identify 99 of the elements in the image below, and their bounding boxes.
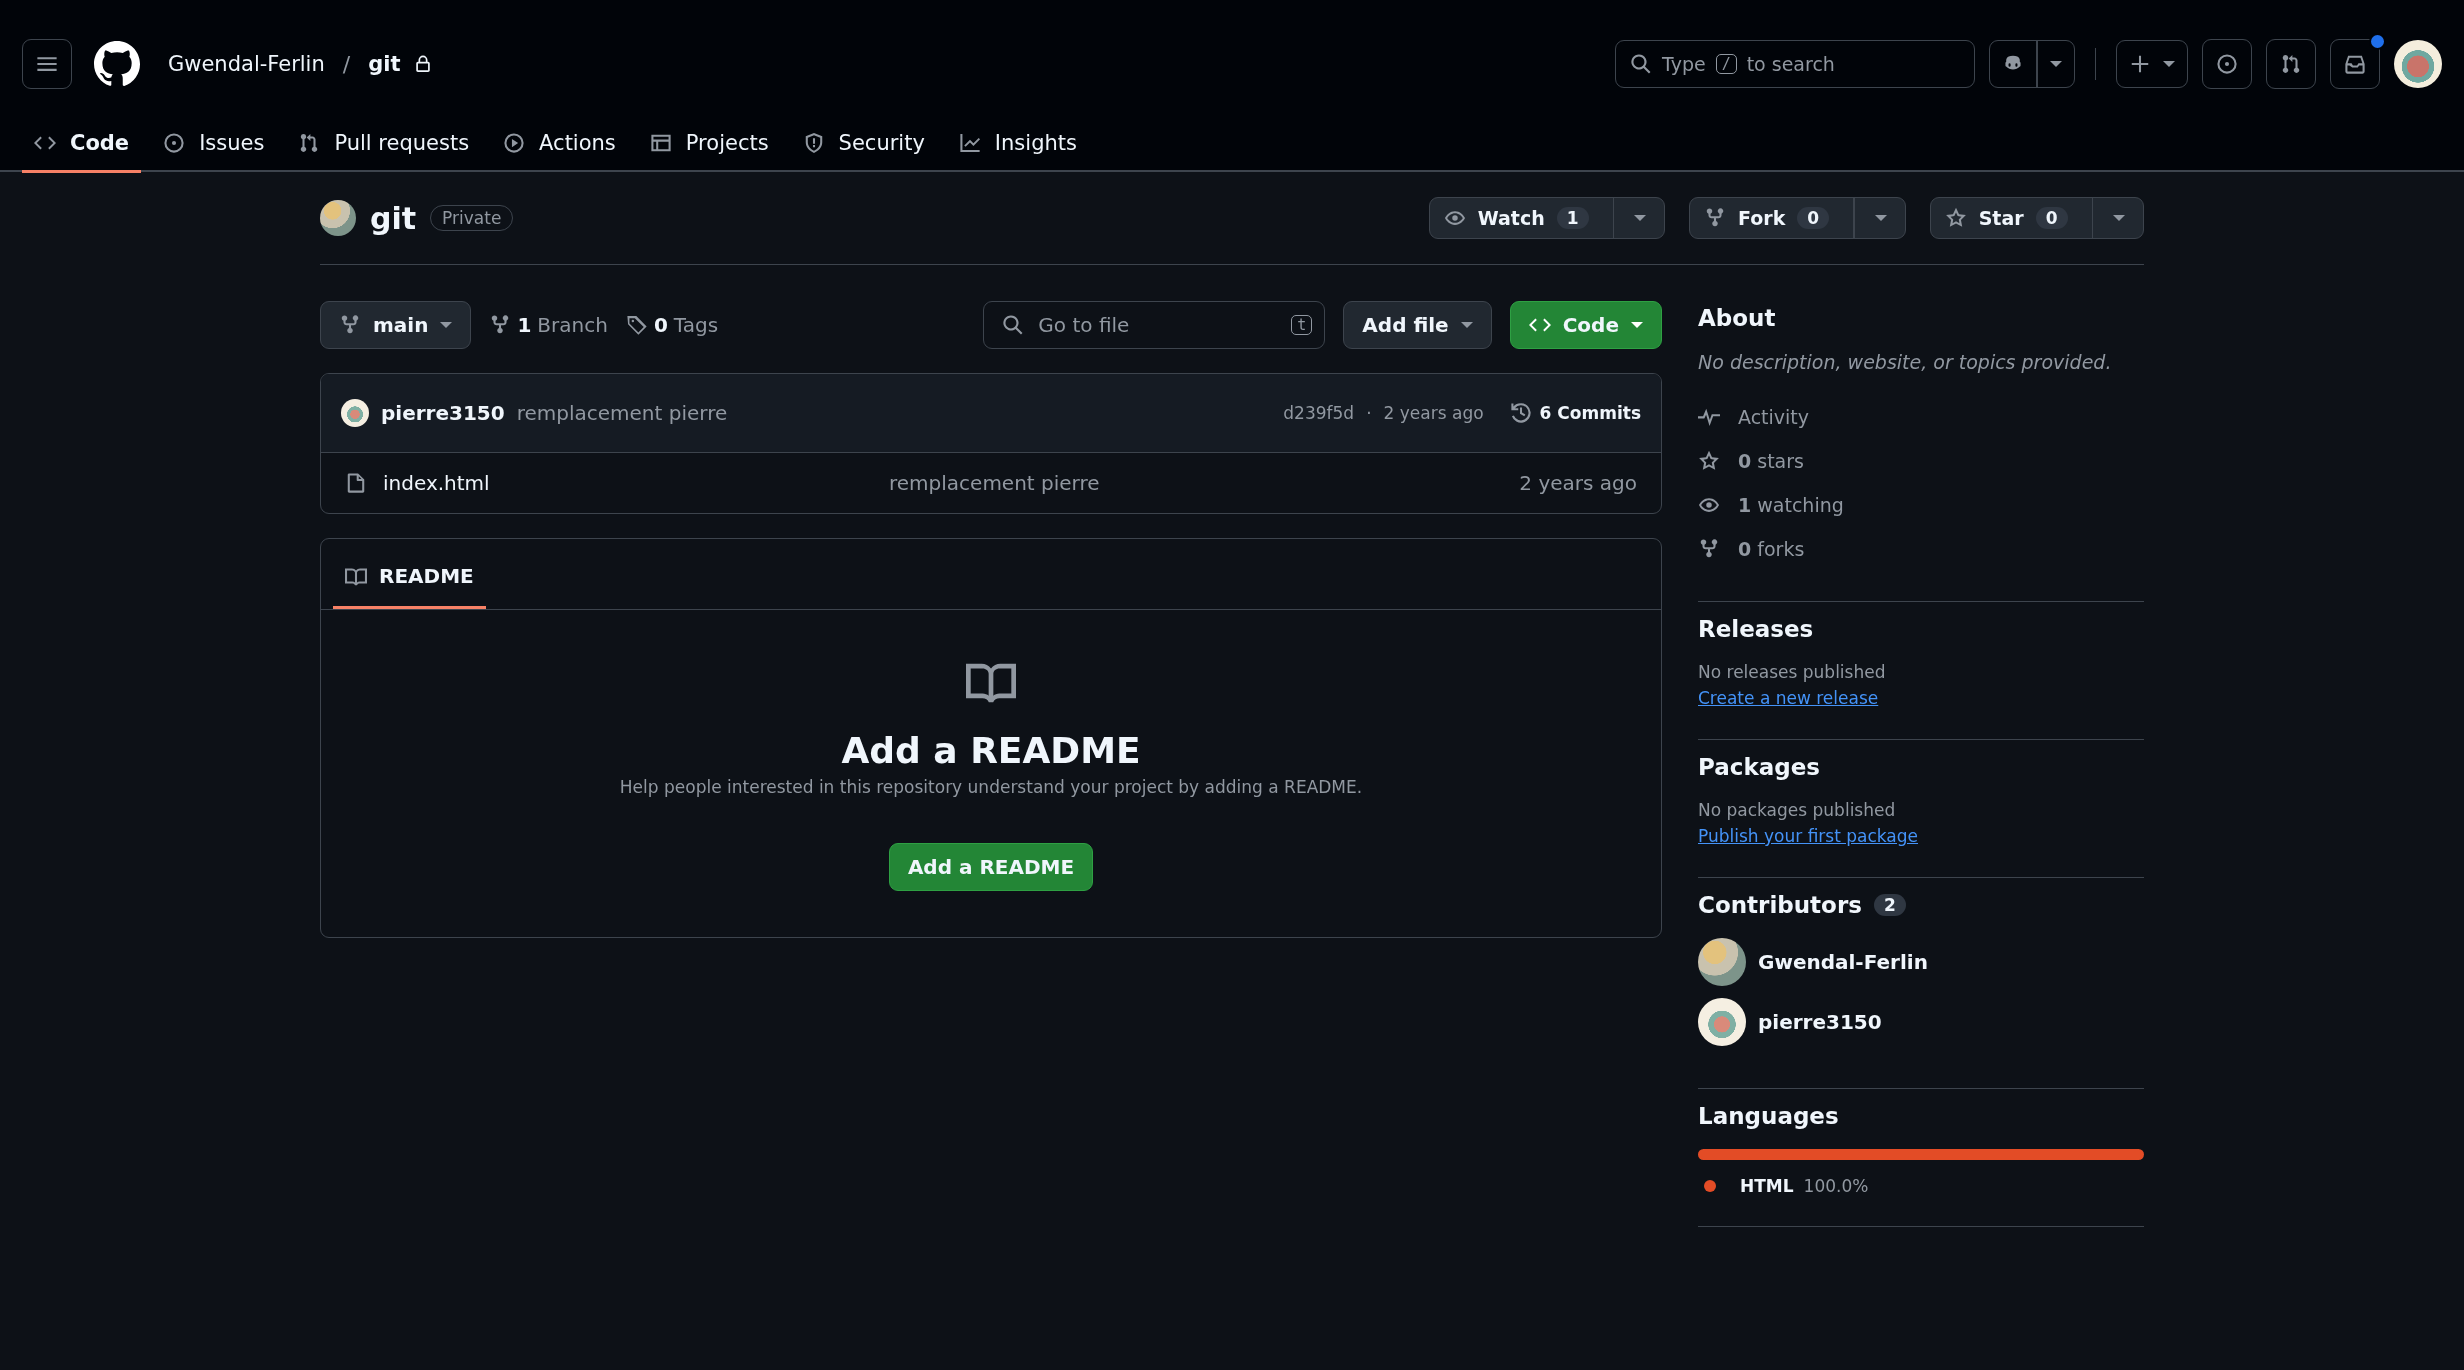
create-new-button[interactable] [2116,40,2188,88]
repo-action-button[interactable]: Fork 0 [1689,197,1906,239]
caret-icon [1634,215,1647,221]
readme-heading: Add a README [841,730,1141,771]
repo-tab[interactable]: Insights [946,128,1089,173]
file-age: 2 years ago [1519,471,1637,495]
repo-tab[interactable]: Issues [151,128,277,173]
octocat-logo-icon[interactable] [94,41,140,87]
repo-tab[interactable]: Security [790,128,937,173]
language-name[interactable]: HTML [1740,1176,1794,1196]
search-icon [1630,53,1652,75]
caret-icon [1631,322,1643,328]
repo-description: No description, website, or topics provided. [1698,351,2113,373]
repo-tab[interactable]: Pull requests [286,128,482,173]
stat-link[interactable]: 0 forks [1698,527,2144,571]
plus-icon [2129,53,2151,75]
repo-action-button[interactable]: Star 0 [1929,197,2144,239]
repo-tab[interactable]: Projects [637,128,781,173]
owner-link[interactable]: Gwendal-Ferlin [168,52,325,76]
commit-message[interactable]: remplacement pierre [516,401,728,425]
action-count: 0 [2035,207,2068,229]
repo-action-button[interactable]: Watch 1 [1428,197,1666,239]
go-to-file-placeholder: Go to file [1038,313,1131,337]
packages-note: No packages published [1698,800,1897,820]
languages-heading: Languages [1698,1103,1840,1129]
commit-author[interactable]: pierre3150 [381,401,505,425]
menu-button[interactable] [22,39,72,89]
pull-requests-button[interactable] [2266,39,2316,89]
inbox-icon [2344,53,2366,75]
about-heading: About [1698,305,1777,331]
action-label: Watch [1477,207,1545,229]
contributor-name[interactable]: Gwendal-Ferlin [1758,950,1928,974]
contributor-avatar[interactable] [1698,938,1746,986]
branch-icon [339,314,361,336]
lock-icon [414,55,433,73]
search-icon [1002,314,1025,336]
add-readme-button[interactable]: Add a README [888,843,1094,891]
file-icon [345,472,367,494]
create-release-link[interactable]: Create a new release [1698,688,1879,708]
user-avatar[interactable] [2394,40,2442,88]
packages-heading: Packages [1698,754,1821,780]
commits-link[interactable]: 6 Commits [1509,402,1641,424]
table-icon [649,132,672,154]
contributors-count: 2 [1873,894,1906,916]
caret-icon [440,322,453,328]
branches-link[interactable]: 1 Branch [489,313,608,337]
star-icon [1698,450,1720,472]
commit-age: 2 years ago [1383,403,1484,423]
repo-tab[interactable]: Actions [491,128,628,173]
graph-icon [958,132,981,154]
shortcut-key: t [1291,315,1313,335]
breadcrumb-separator: / [342,51,351,77]
stat-link[interactable]: 1 watching [1698,483,2144,527]
contributors-heading: Contributors [1698,892,1862,918]
contributor-avatar[interactable] [1698,998,1746,1046]
branch-select[interactable]: main [320,301,472,349]
book-icon [345,565,367,587]
action-count: 1 [1556,207,1589,229]
history-icon [1509,402,1532,424]
go-to-file-field[interactable]: Go to file t [983,301,1326,349]
readme-tab[interactable]: README [333,564,486,609]
author-avatar [341,399,369,427]
pull-request-icon [2280,53,2302,75]
repo-name: git [370,200,417,236]
publish-package-link[interactable]: Publish your first package [1698,826,1919,846]
contributor-name[interactable]: pierre3150 [1758,1010,1882,1034]
issues-button[interactable] [2202,39,2252,89]
search-placeholder: to search [1746,53,1835,75]
tags-link[interactable]: 0 Tags [625,313,719,337]
releases-note: No releases published [1698,662,1887,682]
caret-icon [2163,61,2175,67]
file-commit-message[interactable]: remplacement pierre [889,471,1100,495]
owner-avatar [320,200,356,236]
fork-icon [1698,538,1720,560]
repo-link[interactable]: git [368,52,401,76]
stat-link[interactable]: Activity [1698,395,2144,439]
code-button[interactable]: Code [1509,301,1662,349]
copilot-button[interactable] [1989,40,2075,88]
separator-dot: · [1366,403,1372,423]
action-label: Star [1978,207,2024,229]
caret-icon [2113,215,2125,221]
action-label: Fork [1738,207,1786,229]
stat-link[interactable]: 0 stars [1698,439,2144,483]
releases-heading: Releases [1698,616,1815,642]
commit-hash[interactable]: d239f5d [1283,403,1355,423]
search-placeholder: Type [1662,53,1706,75]
shortcut-key: / [1715,54,1737,74]
language-percent: 100.0% [1803,1176,1869,1196]
caret-icon [1874,215,1887,221]
file-name-link[interactable]: index.html [383,471,490,495]
readme-hint: Help people interested in this repository understand your project by adding a README. [619,777,1363,797]
caret-icon [1460,322,1473,328]
repo-tab[interactable]: Code [22,128,142,173]
caret-icon [2049,61,2062,67]
star-icon [1944,207,1967,229]
add-file-button[interactable]: Add file [1343,301,1492,349]
action-count: 0 [1797,207,1830,229]
search-field[interactable]: Type / to search [1615,40,1975,88]
tag-icon [625,314,648,336]
